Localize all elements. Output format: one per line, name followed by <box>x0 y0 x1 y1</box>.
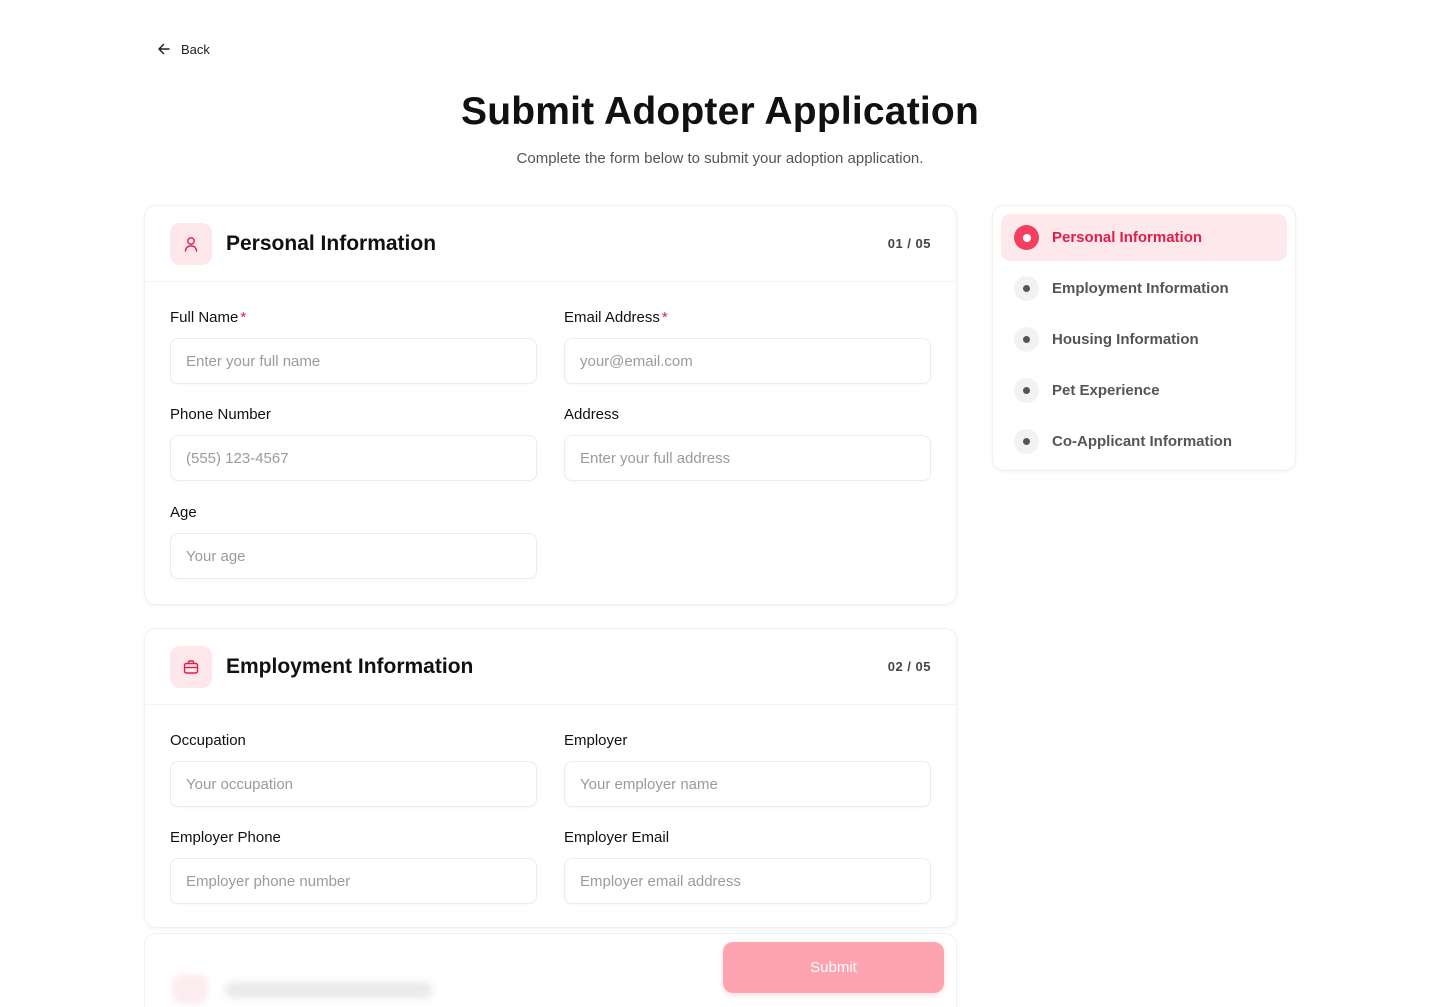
field-label: Address <box>564 406 620 423</box>
full-name-field: Full Name * <box>170 308 537 384</box>
nav-item-label: Co-Applicant Information <box>1052 433 1232 450</box>
section-step-counter: 02 / 05 <box>887 659 931 674</box>
step-dot-icon <box>1014 378 1039 403</box>
field-label: Employer Email <box>564 829 670 846</box>
employment-information-section: Employment Information 02 / 05 Occupatio… <box>144 628 957 928</box>
nav-item-personal-information[interactable]: Personal Information <box>1001 214 1287 261</box>
section-step-counter: 01 / 05 <box>887 236 931 251</box>
submit-button[interactable]: Submit <box>723 942 944 993</box>
personal-information-section: Personal Information 01 / 05 Full Name * … <box>144 205 957 605</box>
address-field: Address <box>564 405 931 481</box>
section-nav: Personal Information Employment Informat… <box>992 205 1296 471</box>
nav-item-label: Pet Experience <box>1052 382 1160 399</box>
section-icon-badge <box>170 222 212 265</box>
section-header: Personal Information 01 / 05 <box>145 206 956 282</box>
step-dot-icon <box>1014 429 1039 454</box>
user-icon <box>184 236 198 252</box>
nav-item-label: Personal Information <box>1052 229 1203 246</box>
step-dot-icon <box>1014 276 1039 301</box>
employer-phone-input[interactable] <box>170 858 537 904</box>
address-input[interactable] <box>564 435 931 481</box>
arrow-left-icon <box>158 43 170 55</box>
page: Back Submit Adopter Application Complete… <box>0 0 1440 1007</box>
required-marker: * <box>661 309 668 326</box>
phone-number-field: Phone Number <box>170 405 537 481</box>
employer-email-field: Employer Email <box>564 828 931 904</box>
age-input[interactable] <box>170 533 537 579</box>
nav-item-co-applicant-information[interactable]: Co-Applicant Information <box>1001 418 1287 465</box>
occupation-input[interactable] <box>170 761 537 807</box>
email-address-input[interactable] <box>564 338 931 384</box>
nav-item-employment-information[interactable]: Employment Information <box>1001 265 1287 312</box>
occupation-field: Occupation <box>170 731 537 807</box>
nav-item-pet-experience[interactable]: Pet Experience <box>1001 367 1287 414</box>
blurred-section-icon <box>172 974 208 1004</box>
page-subtitle: Complete the form below to submit your a… <box>516 150 924 167</box>
nav-item-housing-information[interactable]: Housing Information <box>1001 316 1287 363</box>
step-dot-icon <box>1014 327 1039 352</box>
field-label: Full Name * <box>170 309 247 326</box>
field-label: Employer Phone <box>170 829 281 846</box>
briefcase-icon <box>183 659 199 674</box>
nav-item-label: Employment Information <box>1052 280 1229 297</box>
field-label: Occupation <box>170 732 246 749</box>
employer-field: Employer <box>564 731 931 807</box>
nav-item-label: Housing Information <box>1052 331 1199 348</box>
section-title: Employment Information <box>226 654 474 678</box>
page-title: Submit Adopter Application <box>461 90 979 133</box>
blurred-section-title <box>225 982 433 998</box>
age-field: Age <box>170 503 537 579</box>
section-title: Personal Information <box>226 231 437 255</box>
employer-input[interactable] <box>564 761 931 807</box>
field-label: Age <box>170 504 197 521</box>
phone-number-input[interactable] <box>170 435 537 481</box>
back-label: Back <box>181 41 210 57</box>
required-marker: * <box>240 309 247 326</box>
section-icon-badge <box>170 645 212 688</box>
back-link[interactable]: Back <box>156 41 210 57</box>
email-address-field: Email Address * <box>564 308 931 384</box>
active-step-icon <box>1014 225 1039 250</box>
section-header: Employment Information 02 / 05 <box>145 629 956 705</box>
field-label: Email Address * <box>564 309 668 326</box>
field-label: Employer <box>564 732 628 749</box>
employer-email-input[interactable] <box>564 858 931 904</box>
field-label: Phone Number <box>170 406 271 423</box>
employer-phone-field: Employer Phone <box>170 828 537 904</box>
full-name-input[interactable] <box>170 338 537 384</box>
